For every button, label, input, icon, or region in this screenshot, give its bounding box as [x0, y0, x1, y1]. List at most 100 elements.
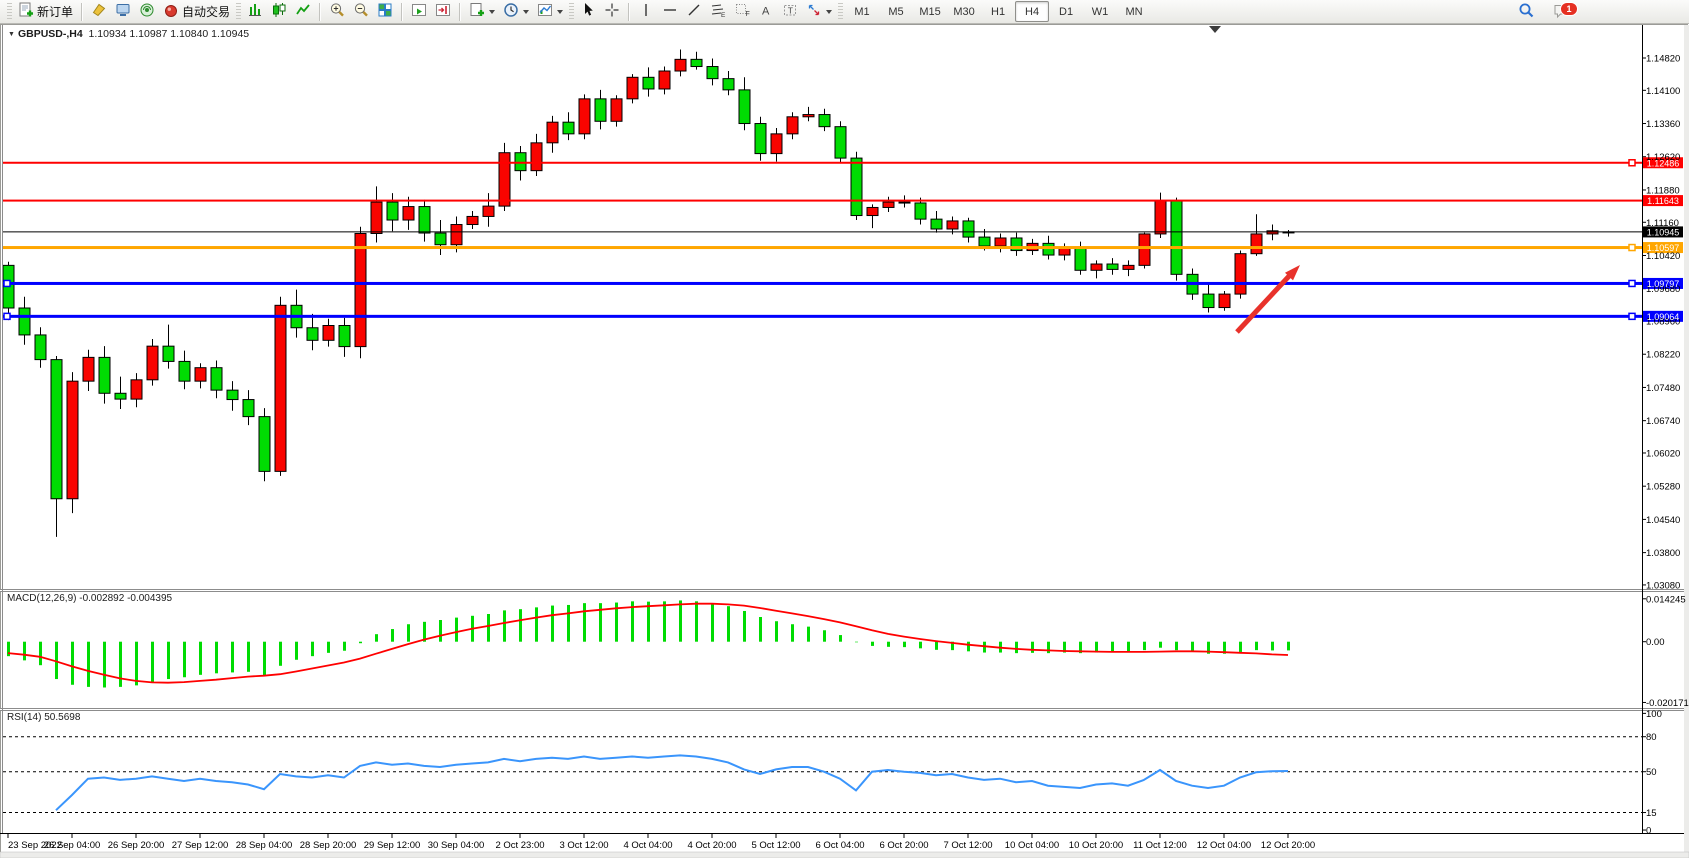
price-badge-label: 1.10597	[1647, 243, 1680, 253]
signals-button[interactable]	[135, 1, 159, 23]
crosshair-icon	[604, 2, 620, 21]
toolbar-grip[interactable]	[569, 3, 574, 21]
candle-body	[195, 368, 206, 381]
line-handle	[4, 313, 10, 319]
chart-shift-button[interactable]	[431, 1, 455, 23]
timeframe-d1-button[interactable]: D1	[1049, 1, 1083, 22]
price-tick-label: 1.07480	[1646, 383, 1680, 394]
notifications-button[interactable]: 1	[1549, 1, 1575, 23]
candle-body	[611, 99, 622, 121]
candle-body	[211, 368, 222, 390]
new-chart-icon	[469, 2, 485, 21]
zoom-out-button[interactable]	[349, 1, 373, 23]
toolbar-separator	[401, 3, 403, 21]
new-order-button[interactable]: 新订单	[14, 1, 77, 23]
label-tool-button[interactable]: T	[778, 1, 802, 23]
time-tick-label: 3 Oct 12:00	[559, 840, 608, 851]
time-tick-label: 6 Oct 04:00	[815, 840, 864, 851]
candle-body	[547, 122, 558, 143]
fibonacci-tool-button[interactable]: E	[706, 1, 730, 23]
timeframe-w1-button[interactable]: W1	[1083, 1, 1117, 22]
price-tick-label: 1.11880	[1646, 185, 1680, 196]
crosshair-tool-button[interactable]	[600, 1, 624, 23]
chart-title[interactable]: ▼GBPUSD-,H4 1.10934 1.10987 1.10840 1.10…	[8, 28, 249, 40]
price-badge-label: 1.09064	[1647, 312, 1680, 322]
timeframe-h1-button[interactable]: H1	[981, 1, 1015, 22]
time-tick-label: 5 Oct 12:00	[751, 840, 800, 851]
svg-text:A: A	[762, 6, 770, 18]
panel-separator	[0, 708, 1689, 709]
trendline-tool-button[interactable]	[682, 1, 706, 23]
candle-body	[1203, 294, 1214, 307]
timeframe-h4-button[interactable]: H4	[1015, 1, 1049, 22]
candle-body	[835, 127, 846, 158]
candle-body	[803, 115, 814, 117]
bar-chart-button[interactable]	[243, 1, 267, 23]
macd-axis-label: -0.020171	[1646, 698, 1689, 709]
candle-body	[1171, 201, 1182, 275]
candlestick-chart-button[interactable]	[267, 1, 291, 23]
text-tool-button[interactable]: A	[754, 1, 778, 23]
grid-tool-button[interactable]: F	[730, 1, 754, 23]
candle-body	[675, 59, 686, 71]
candle-body	[19, 308, 30, 335]
candle-body	[643, 77, 654, 89]
toolbar-grip[interactable]	[838, 3, 843, 21]
rsi-value: 50.5698	[44, 712, 80, 723]
candle-body	[483, 206, 494, 216]
horizontal-level-line	[3, 246, 1642, 249]
candle-body	[83, 357, 94, 381]
rsi-panel	[3, 737, 1642, 813]
zoom-in-button[interactable]	[325, 1, 349, 23]
price-tick-label: 1.13360	[1646, 119, 1680, 130]
time-axis-line	[0, 833, 1689, 834]
timeframe-m5-button[interactable]: M5	[879, 1, 913, 22]
candle-body	[467, 216, 478, 224]
timeframe-m15-button[interactable]: M15	[913, 1, 947, 22]
indicators-button[interactable]	[533, 1, 567, 23]
candle-body	[515, 153, 526, 171]
candle-body	[1219, 294, 1230, 307]
new-chart-button[interactable]	[465, 1, 499, 23]
main-price-panel	[3, 26, 1642, 537]
time-tick-label: 10 Oct 04:00	[1005, 840, 1059, 851]
styles-button[interactable]	[87, 1, 111, 23]
chart-collapse-icon[interactable]: ▼	[8, 31, 15, 38]
autotrade-button[interactable]: 自动交易	[159, 1, 234, 23]
terminal-button[interactable]	[111, 1, 135, 23]
candle-body	[883, 202, 894, 207]
candle-body	[1043, 243, 1054, 255]
indicators-icon	[537, 2, 553, 21]
cursor-tool-button[interactable]	[576, 1, 600, 23]
line-chart-button[interactable]	[291, 1, 315, 23]
candle-body	[723, 79, 734, 90]
price-tick-label: 1.05280	[1646, 482, 1680, 493]
timeframe-m1-button[interactable]: M1	[845, 1, 879, 22]
price-chart-canvas[interactable]: 1.148201.141001.133601.126201.118801.111…	[0, 0, 1689, 858]
vertical-line-tool-button[interactable]	[634, 1, 658, 23]
price-tick-label: 1.14820	[1646, 54, 1680, 65]
status-strip	[0, 852, 1689, 858]
toolbar-grip[interactable]	[236, 3, 241, 21]
search-button[interactable]	[1514, 1, 1539, 23]
toolbar-grip[interactable]	[7, 3, 12, 21]
candle-body	[851, 158, 862, 215]
monitor-icon	[115, 2, 131, 21]
arrows-icon	[806, 2, 822, 21]
macd-indicator-label: MACD(12,26,9) -0.002892 -0.004395	[7, 593, 172, 604]
auto-scroll-button[interactable]	[407, 1, 431, 23]
profiles-button[interactable]	[499, 1, 533, 23]
arrows-tool-button[interactable]	[802, 1, 836, 23]
candle-body	[1235, 254, 1246, 294]
brush-icon	[91, 2, 107, 21]
timeframe-mn-button[interactable]: MN	[1117, 1, 1151, 22]
candle-body	[579, 99, 590, 134]
horizontal-line-tool-button[interactable]	[658, 1, 682, 23]
candle-body	[915, 203, 926, 219]
timeframe-m30-button[interactable]: M30	[947, 1, 981, 22]
toolbar-separator	[628, 3, 630, 21]
tile-windows-button[interactable]	[373, 1, 397, 23]
search-icon	[1518, 2, 1535, 22]
candle-body	[403, 207, 414, 220]
tile-windows-icon	[377, 2, 393, 21]
